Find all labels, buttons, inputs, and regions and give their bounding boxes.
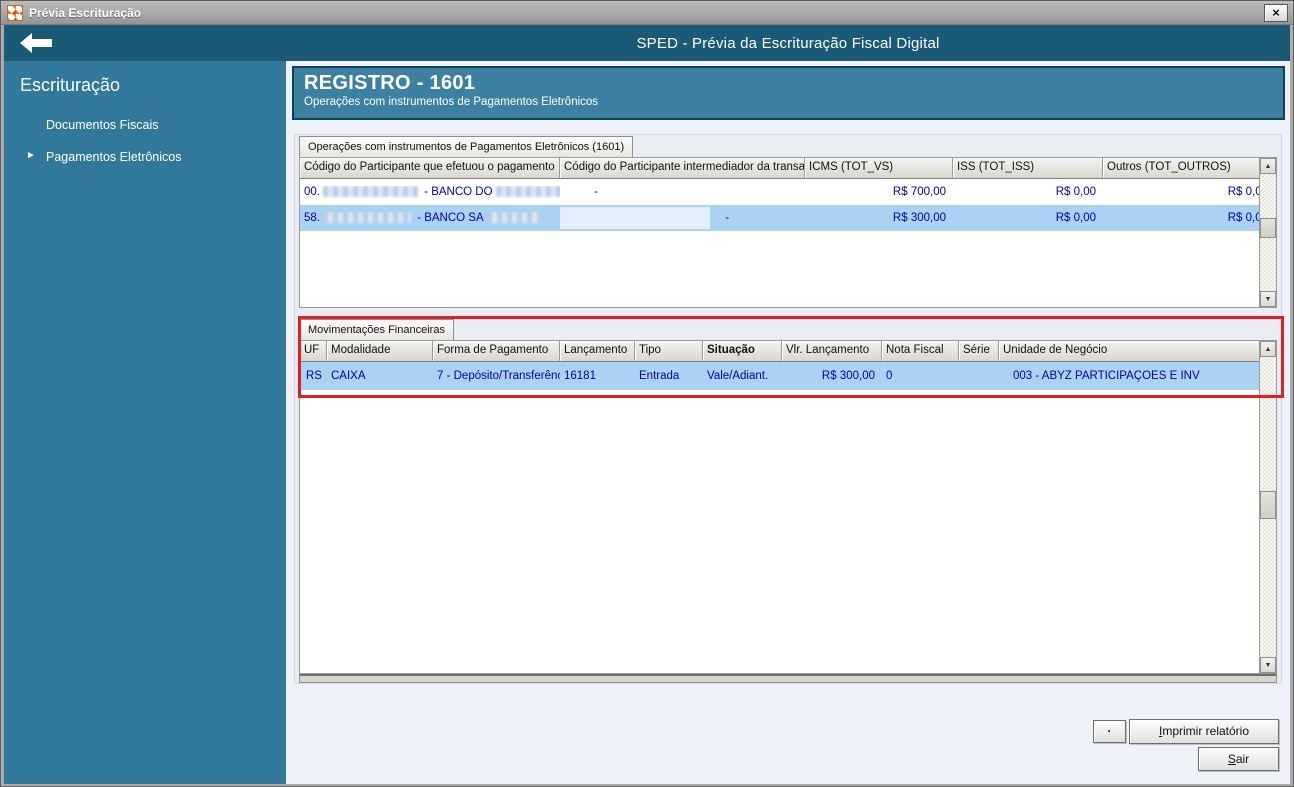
operacoes-grid-header: Código do Participante que efetuou o pag… xyxy=(300,158,1276,179)
vlr-lancamento-cell: R$ 300,00 xyxy=(821,370,875,382)
tipo-cell: Entrada xyxy=(639,370,680,382)
movimentacoes-grid: UF Modalidade Forma de Pagamento Lançame… xyxy=(299,340,1277,674)
participante-text: - BANCO DO xyxy=(421,186,493,198)
table-row-selected[interactable]: RS CAIXA 7 - Depósito/Transferênc 16181 … xyxy=(300,362,1276,390)
close-icon[interactable]: × xyxy=(1264,4,1288,22)
tab-movimentacoes-financeiras[interactable]: Movimentações Financeiras xyxy=(299,319,454,340)
column-header[interactable]: ISS (TOT_ISS) xyxy=(953,158,1103,179)
column-header[interactable]: Situação xyxy=(703,341,782,362)
participante-text: - BANCO SA xyxy=(414,212,484,224)
scrollbar-thumb[interactable] xyxy=(1260,491,1276,519)
iss-cell: R$ 0,00 xyxy=(1055,186,1096,198)
column-header[interactable]: Lançamento xyxy=(560,341,635,362)
nota-fiscal-cell: 0 xyxy=(886,370,893,382)
icms-cell: R$ 300,00 xyxy=(892,212,946,224)
column-header[interactable]: Série xyxy=(959,341,999,362)
operacoes-grid: Código do Participante que efetuou o pag… xyxy=(299,157,1277,308)
button-label: Sair xyxy=(1227,752,1250,766)
scroll-up-icon[interactable]: ▲ xyxy=(1260,341,1276,357)
sidebar-item-label: Documentos Fiscais xyxy=(46,118,159,132)
registro-title: REGISTRO - 1601 xyxy=(304,72,476,94)
intermediador-cell: - xyxy=(594,186,598,198)
icms-cell: R$ 700,00 xyxy=(892,186,946,198)
sidebar-item-documentos-fiscais[interactable]: Documentos Fiscais xyxy=(4,118,286,132)
tab-label: Operações com instrumentos de Pagamentos… xyxy=(308,141,625,153)
unidade-negocio-cell: 003 - ABYZ PARTICIPAÇÕES E INV xyxy=(1013,370,1200,382)
movimentacoes-grid-header: UF Modalidade Forma de Pagamento Lançame… xyxy=(300,341,1276,362)
button-label: Imprimir relatório xyxy=(1158,724,1250,738)
lancamento-cell: 16181 xyxy=(564,370,596,382)
column-header[interactable]: Modalidade xyxy=(327,341,433,362)
back-arrow-icon[interactable] xyxy=(20,32,54,54)
situacao-cell: Vale/Adiant. xyxy=(707,370,769,382)
sidebar-item-pagamentos-eletronicos[interactable]: ► Pagamentos Eletrônicos xyxy=(4,150,286,164)
app-window: Prévia Escrituração × SPED - Prévia da E… xyxy=(0,0,1294,787)
scrollbar-thumb[interactable] xyxy=(1260,218,1276,238)
outros-cell: R$ 0,00 xyxy=(1227,212,1268,224)
vertical-scrollbar[interactable]: ▲ ▼ xyxy=(1259,158,1276,307)
scroll-down-icon[interactable]: ▼ xyxy=(1260,291,1276,307)
redacted-text xyxy=(495,186,560,198)
modalidade-cell: CAIXA xyxy=(331,370,366,382)
participante-text: 00. xyxy=(304,186,320,198)
page-title: SPED - Prévia da Escrituração Fiscal Dig… xyxy=(636,34,940,52)
active-item-marker-icon: ► xyxy=(26,150,36,161)
column-header[interactable]: Código do Participante que efetuou o pag… xyxy=(300,158,560,179)
intermediador-cell: - xyxy=(725,212,730,225)
main-content: REGISTRO - 1601 Operações com instrument… xyxy=(286,61,1290,784)
participante-text: 58. xyxy=(304,212,320,224)
redacted-text xyxy=(323,186,418,198)
table-row-selected[interactable]: 58. - BANCO SA - R$ 300,00 R$ 0,00 R$ 0,… xyxy=(300,205,1276,231)
forma-pagamento-cell: 7 - Depósito/Transferênc xyxy=(437,370,560,382)
tab-operacoes-1601[interactable]: Operações com instrumentos de Pagamentos… xyxy=(299,136,634,157)
dot-button[interactable]: · xyxy=(1093,720,1126,743)
grids-panel: Operações com instrumentos de Pagamentos… xyxy=(294,134,1282,684)
title-bar: Prévia Escrituração × xyxy=(1,1,1293,25)
column-header[interactable]: Nota Fiscal xyxy=(882,341,959,362)
scroll-up-icon[interactable]: ▲ xyxy=(1260,158,1276,174)
table-row[interactable]: 00. - BANCO DO - R$ 700,00 R$ 0,00 R$ 0,… xyxy=(300,179,1276,205)
movimentacoes-grid-body: RS CAIXA 7 - Depósito/Transferênc 16181 … xyxy=(300,362,1276,390)
window-title: Prévia Escrituração xyxy=(29,5,142,20)
sidebar: Escrituração Documentos Fiscais ► Pagame… xyxy=(4,61,286,784)
column-header[interactable]: ICMS (TOT_VS) xyxy=(805,158,953,179)
tab-label: Movimentações Financeiras xyxy=(308,324,445,336)
redacted-area xyxy=(560,207,710,229)
app-icon xyxy=(7,4,23,21)
redacted-text xyxy=(323,212,411,224)
header-band: SPED - Prévia da Escrituração Fiscal Dig… xyxy=(4,25,1290,61)
operacoes-grid-body: 00. - BANCO DO - R$ 700,00 R$ 0,00 R$ 0,… xyxy=(300,179,1276,231)
registro-panel: REGISTRO - 1601 Operações com instrument… xyxy=(292,66,1285,120)
sair-button[interactable]: Sair xyxy=(1198,747,1279,771)
outros-cell: R$ 0,00 xyxy=(1227,186,1268,198)
column-header[interactable]: Vlr. Lançamento xyxy=(782,341,882,362)
column-header[interactable]: Unidade de Negócio xyxy=(999,341,1276,362)
column-header[interactable]: Código do Participante intermediador da … xyxy=(560,158,805,179)
iss-cell: R$ 0,00 xyxy=(1055,212,1096,224)
sidebar-heading: Escrituração xyxy=(20,75,121,95)
column-header[interactable]: Outros (TOT_OUTROS) xyxy=(1103,158,1276,179)
uf-cell: RS xyxy=(306,370,322,382)
redacted-text xyxy=(486,212,542,224)
sidebar-item-label: Pagamentos Eletrônicos xyxy=(46,150,182,164)
column-header[interactable]: Tipo xyxy=(635,341,703,362)
scroll-down-icon[interactable]: ▼ xyxy=(1260,657,1276,673)
column-header[interactable]: UF xyxy=(300,341,327,362)
registro-subtitle: Operações com instrumentos de Pagamentos… xyxy=(304,96,599,108)
column-header[interactable]: Forma de Pagamento xyxy=(433,341,560,362)
horizontal-scrollbar[interactable] xyxy=(299,674,1277,683)
window-frame: SPED - Prévia da Escrituração Fiscal Dig… xyxy=(1,25,1293,786)
imprimir-relatorio-button[interactable]: Imprimir relatório xyxy=(1129,719,1279,744)
vertical-scrollbar[interactable]: ▲ ▼ xyxy=(1259,341,1276,673)
